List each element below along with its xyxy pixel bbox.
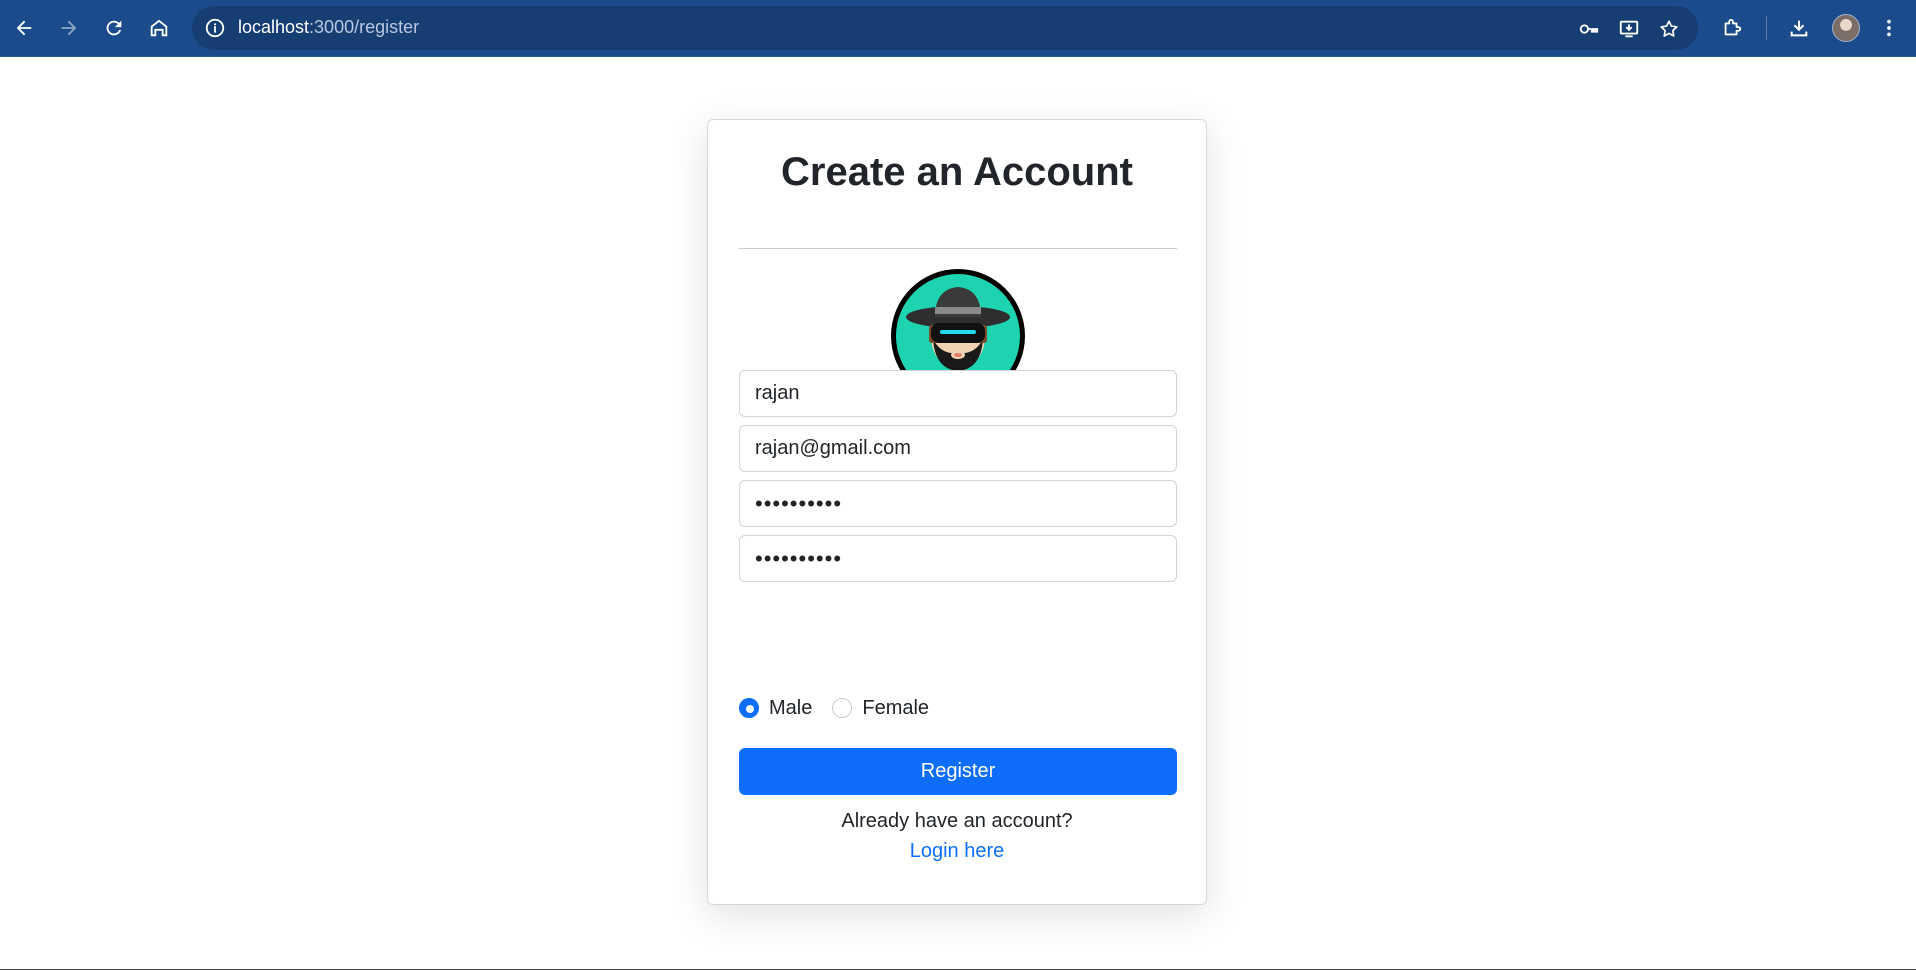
male-label[interactable]: Male [769, 697, 812, 720]
password-key-icon [1579, 24, 1599, 34]
female-label[interactable]: Female [862, 697, 929, 720]
page-viewport: Create an Account rajan rajan@gmail.com … [0, 57, 1916, 970]
male-radio[interactable] [739, 698, 759, 718]
register-card: Create an Account rajan rajan@gmail.com … [707, 119, 1207, 905]
toolbar-divider [1766, 16, 1767, 40]
profile-avatar[interactable] [1832, 14, 1860, 42]
password-input[interactable]: •••••••••• [739, 480, 1177, 527]
url-text[interactable]: localhost:3000/register [238, 17, 419, 38]
password-button[interactable] [1576, 16, 1602, 42]
page-title: Create an Account [781, 150, 1133, 194]
url-path: :3000/register [309, 17, 420, 37]
female-radio[interactable] [832, 698, 853, 718]
browser-toolbar: localhost:3000/register [0, 0, 1916, 57]
download-button[interactable] [1782, 12, 1816, 44]
name-input[interactable]: rajan [739, 370, 1177, 417]
url-host: localhost [238, 17, 310, 37]
site-info-icon[interactable] [204, 17, 226, 39]
bookmark-button[interactable] [1656, 16, 1682, 42]
register-button[interactable]: Register [739, 748, 1177, 795]
home-icon [150, 19, 168, 37]
confirm-password-input[interactable]: •••••••••• [739, 535, 1177, 582]
reload-button[interactable] [96, 12, 132, 44]
forward-button[interactable] [51, 12, 87, 44]
install-app-button[interactable] [1616, 16, 1642, 42]
title-divider [739, 248, 1177, 249]
extensions-button[interactable] [1715, 12, 1749, 44]
gender-radio-group: Male Female [739, 695, 949, 721]
bookmark-star-icon [1660, 20, 1678, 37]
address-bar[interactable]: localhost:3000/register [192, 6, 1698, 50]
extensions-icon [1724, 18, 1742, 36]
back-button[interactable] [6, 12, 42, 44]
forward-icon [61, 20, 77, 36]
home-button[interactable] [141, 12, 177, 44]
menu-button[interactable] [1872, 12, 1906, 44]
login-prompt: Already have an account? [841, 810, 1073, 832]
menu-icon [1887, 19, 1891, 37]
reload-icon [106, 20, 122, 36]
install-app-icon [1619, 20, 1639, 38]
login-link[interactable]: Login here [708, 840, 1206, 863]
back-icon [16, 20, 32, 36]
download-icon [1790, 20, 1808, 37]
email-input[interactable]: rajan@gmail.com [739, 425, 1177, 472]
